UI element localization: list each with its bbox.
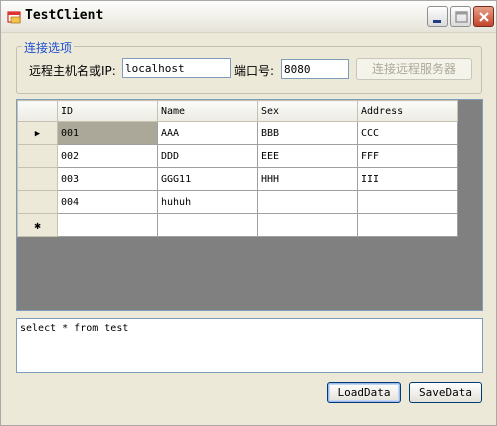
data-grid[interactable]: ID Name Sex Address ▶ 001 AAA BBB CCC 00… [16,99,483,311]
grid-cell[interactable]: HHH [257,167,358,191]
row-header[interactable] [17,190,58,214]
grid-cell[interactable]: 003 [57,167,158,191]
column-header-id[interactable]: ID [57,100,158,122]
load-data-button[interactable]: LoadData [327,382,401,403]
current-row-marker-icon: ▶ [34,128,41,139]
table-row[interactable]: 004 huhuh [17,190,458,214]
grid-cell[interactable] [357,190,458,214]
data-grid-table: ID Name Sex Address ▶ 001 AAA BBB CCC 00… [17,100,458,237]
maximize-icon [455,11,468,23]
minimize-icon [433,20,441,23]
column-header-sex[interactable]: Sex [257,100,358,122]
sql-query-textarea[interactable]: select * from test [16,318,483,373]
host-input[interactable]: localhost [122,58,231,78]
grid-cell[interactable] [257,190,358,214]
grid-cell[interactable]: 004 [57,190,158,214]
grid-cell[interactable]: DDD [157,144,258,168]
column-header-address[interactable]: Address [357,100,458,122]
column-header-name[interactable]: Name [157,100,258,122]
table-row[interactable]: 003 GGG11 HHH III [17,167,458,191]
grid-cell[interactable] [357,213,458,237]
grid-cell[interactable]: huhuh [157,190,258,214]
grid-cell[interactable] [157,213,258,237]
host-label: 远程主机名或IP: [29,64,116,78]
grid-cell[interactable]: CCC [357,121,458,145]
new-row[interactable]: ✱ [17,213,458,237]
port-input[interactable]: 8080 [281,59,349,79]
row-header[interactable] [17,167,58,191]
app-window: TestClient 连接选项 远程主机名或IP: localhost 端口号:… [0,0,497,426]
close-button[interactable] [473,6,494,27]
window-title: TestClient [25,8,104,23]
port-label: 端口号: [234,64,275,78]
row-header[interactable] [17,144,58,168]
close-icon [479,12,489,22]
grid-cell[interactable]: 002 [57,144,158,168]
grid-cell[interactable]: FFF [357,144,458,168]
row-header-new[interactable]: ✱ [17,213,58,237]
grid-cell[interactable] [57,213,158,237]
grid-cell[interactable]: AAA [157,121,258,145]
save-data-button[interactable]: SaveData [409,382,482,403]
row-header-current[interactable]: ▶ [17,121,58,145]
title-bar[interactable]: TestClient [1,1,496,33]
grid-cell[interactable] [257,213,358,237]
app-icon [7,11,21,24]
grid-cell[interactable]: EEE [257,144,358,168]
connection-group-title: 连接选项 [22,39,75,56]
table-row[interactable]: 002 DDD EEE FFF [17,144,458,168]
grid-header-row: ID Name Sex Address [17,100,458,122]
minimize-button[interactable] [427,6,448,27]
new-row-asterisk-icon: ✱ [34,218,41,232]
grid-corner-header[interactable] [17,100,58,122]
maximize-button[interactable] [450,6,471,27]
connect-server-button[interactable]: 连接远程服务器 [356,58,472,80]
grid-cell[interactable]: GGG11 [157,167,258,191]
grid-cell[interactable]: BBB [257,121,358,145]
grid-cell[interactable]: 001 [57,121,158,145]
table-row[interactable]: ▶ 001 AAA BBB CCC [17,121,458,145]
grid-cell[interactable]: III [357,167,458,191]
